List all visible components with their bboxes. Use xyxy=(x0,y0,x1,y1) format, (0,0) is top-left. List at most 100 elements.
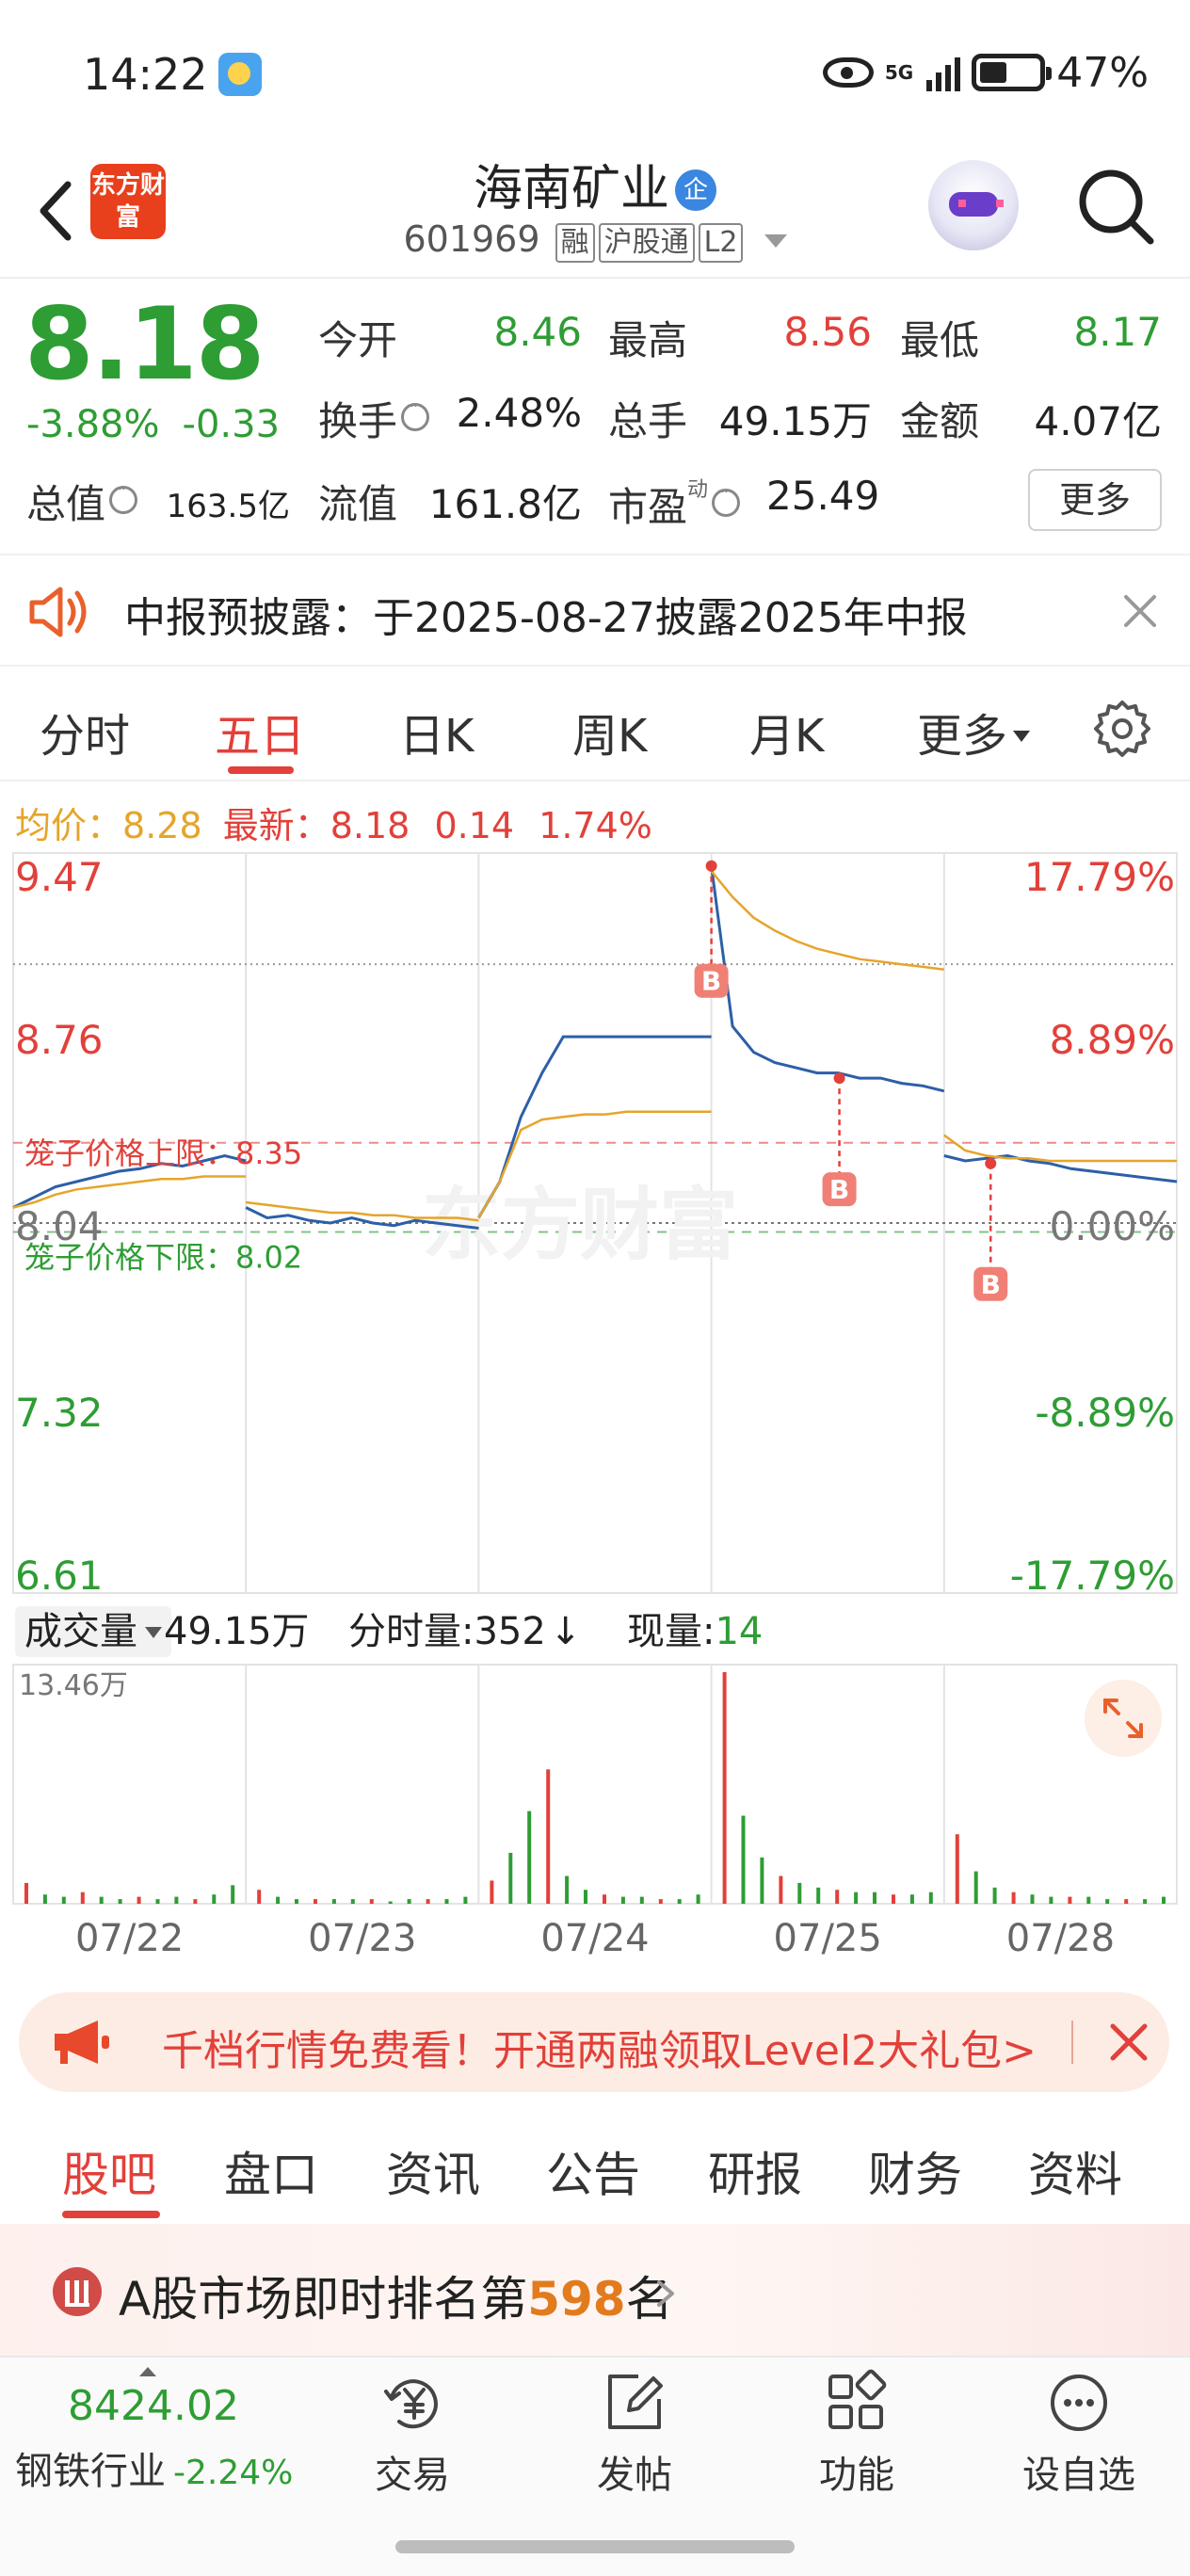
volume-bar xyxy=(407,1899,411,1904)
connect-tag: 沪股通 xyxy=(598,223,695,263)
tab-monthly-k[interactable]: 月K xyxy=(749,699,824,765)
enterprise-badge: 企 xyxy=(675,169,716,211)
amount-label: 金额 xyxy=(900,398,980,444)
nav-post[interactable]: 发帖 xyxy=(559,2369,710,2510)
volume-bar xyxy=(909,1894,914,1904)
volume-bar xyxy=(24,1882,28,1904)
avg-price-label: 均价： xyxy=(15,805,123,846)
low-value: 8.17 xyxy=(1073,309,1162,355)
promo-banner[interactable]: 千档行情免费看！开通两融领取Level2大礼包> xyxy=(19,1992,1169,2092)
volume-bar xyxy=(620,1896,625,1904)
signal-icon xyxy=(926,54,961,91)
bar-chart-icon xyxy=(53,2267,102,2316)
tab-profile[interactable]: 资料 xyxy=(1028,2137,1122,2205)
volume-bar xyxy=(1068,1896,1072,1904)
info-icon[interactable] xyxy=(712,482,741,517)
notice-text: 中报预披露：于2025-08-27披露2025年中报 xyxy=(124,594,968,642)
volume-bar xyxy=(118,1899,122,1904)
x-date-label: 07/23 xyxy=(308,1917,416,1960)
info-icon[interactable] xyxy=(401,396,430,431)
limit-upper-label: 笼子价格上限：8.35 xyxy=(24,1135,302,1171)
quote-more-button[interactable]: 更多 xyxy=(1028,469,1162,531)
volume-bar xyxy=(155,1899,160,1904)
limit-lower-label: 笼子价格下限：8.02 xyxy=(24,1239,302,1275)
tab-daily-k[interactable]: 日K xyxy=(399,699,474,765)
volume-bar xyxy=(741,1815,746,1904)
gear-icon[interactable] xyxy=(1092,699,1152,759)
trade-yen-icon xyxy=(384,2379,438,2429)
info-icon[interactable] xyxy=(109,479,138,514)
pe-label: 市盈动 xyxy=(608,473,741,533)
volume-bar xyxy=(350,1899,355,1904)
volume-bar xyxy=(854,1892,859,1904)
tab-news[interactable]: 资讯 xyxy=(386,2137,480,2205)
x-date-label: 07/25 xyxy=(774,1917,882,1960)
tab-more[interactable]: 更多 xyxy=(917,699,1031,765)
nav-functions[interactable]: 功能 xyxy=(781,2369,932,2510)
eye-comfort-icon xyxy=(822,57,874,88)
volume-label: 总手 xyxy=(608,398,688,444)
turnover-value: 2.48% xyxy=(456,390,582,436)
volume-bar xyxy=(61,1896,66,1904)
chart-change-pct: 1.74% xyxy=(539,805,652,846)
search-icon[interactable] xyxy=(1073,164,1158,249)
network-type: 5G xyxy=(884,61,914,84)
tab-announcements[interactable]: 公告 xyxy=(546,2137,640,2205)
pct-tick-label: 8.89% xyxy=(1050,1017,1175,1063)
notice-bar[interactable]: 中报预披露：于2025-08-27披露2025年中报 xyxy=(0,554,1190,667)
pct-tick-label: -17.79% xyxy=(1010,1553,1175,1599)
buy-marker-dot xyxy=(985,1157,997,1169)
status-indicators: 5G 47% xyxy=(822,48,1149,97)
volume-bar xyxy=(955,1834,959,1904)
volume-bar xyxy=(444,1899,449,1904)
volume-indicator-selector[interactable]: 成交量 xyxy=(15,1606,171,1657)
tick-volume: 分时量:352 ↓ xyxy=(348,1610,582,1653)
megaphone-icon xyxy=(55,2021,109,2064)
volume-bar xyxy=(658,1899,663,1904)
tab-research[interactable]: 研报 xyxy=(708,2137,802,2205)
more-dots-icon xyxy=(1051,2375,1107,2431)
volume-bar xyxy=(388,1901,393,1904)
y-tick-label: 9.47 xyxy=(15,854,104,900)
volume-bar xyxy=(873,1892,876,1904)
tab-financials[interactable]: 财务 xyxy=(868,2137,962,2205)
close-icon[interactable] xyxy=(1117,588,1164,635)
price-change: -3.88% -0.33 xyxy=(26,403,302,446)
volume-bar xyxy=(779,1876,783,1904)
x-date-label: 07/24 xyxy=(540,1917,649,1960)
volume-bar xyxy=(314,1899,317,1904)
battery-icon xyxy=(972,54,1053,91)
x-date-label: 07/22 xyxy=(75,1917,184,1960)
level2-tag: L2 xyxy=(698,223,744,263)
ai-assistant-avatar[interactable] xyxy=(928,160,1019,250)
nav-add-watchlist[interactable]: 设自选 xyxy=(1004,2369,1154,2510)
close-icon[interactable] xyxy=(1105,2019,1152,2066)
volume-bar xyxy=(760,1857,764,1904)
volume-bar xyxy=(369,1899,374,1904)
price-line xyxy=(943,1153,1178,1183)
volume-bar xyxy=(584,1890,587,1904)
chevron-right-icon xyxy=(657,2280,674,2307)
tab-intraday[interactable]: 分时 xyxy=(40,699,130,765)
volume-bar xyxy=(174,1896,179,1904)
content-tabs: 股吧 盘口 资讯 公告 研报 财务 资料 xyxy=(0,2109,1190,2222)
tab-five-day[interactable]: 五日 xyxy=(215,699,305,765)
dropdown-caret-icon xyxy=(764,234,787,248)
volume-panel-frame xyxy=(12,1664,1178,1905)
pct-tick-label: 17.79% xyxy=(1024,854,1175,900)
tab-weekly-k[interactable]: 周K xyxy=(572,699,647,765)
tab-order-book[interactable]: 盘口 xyxy=(224,2137,318,2205)
volume-bar xyxy=(463,1896,468,1904)
quote-panel: 8.18 -3.88% -0.33 今开 8.46 最高 8.56 最低 8.17… xyxy=(0,281,1190,552)
tab-forum[interactable]: 股吧 xyxy=(62,2137,156,2205)
volume-bar xyxy=(546,1769,551,1904)
nav-trade[interactable]: 交易 xyxy=(337,2369,488,2510)
volume-bar xyxy=(816,1887,821,1904)
expand-chart-button[interactable] xyxy=(1085,1680,1162,1757)
market-rank-strip[interactable]: A股市场即时排名第598名 xyxy=(0,2224,1190,2356)
battery-level: 47% xyxy=(1056,48,1149,97)
five-day-chart[interactable]: 东方财富 BBB 9.478.768.047.326.6117.79%8.89%… xyxy=(0,847,1190,1968)
status-time: 14:22 xyxy=(83,49,208,100)
avg-price-line xyxy=(710,870,944,971)
volume-bar xyxy=(1124,1899,1129,1904)
